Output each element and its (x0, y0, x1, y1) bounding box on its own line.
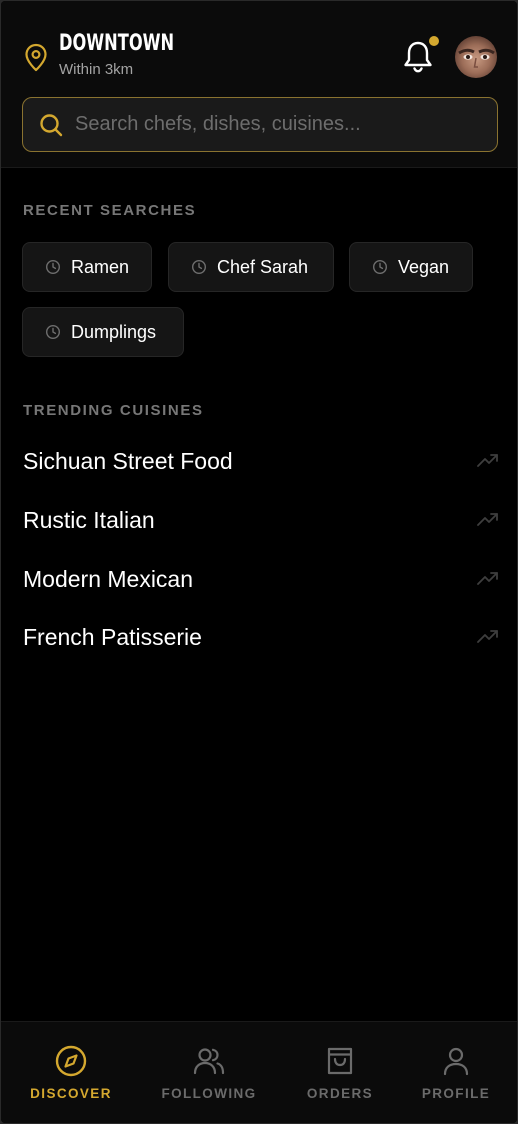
avatar-face-icon (458, 48, 495, 68)
search-input[interactable] (75, 98, 485, 150)
nav-label: ORDERS (306, 1086, 374, 1101)
compass-icon (55, 1045, 87, 1077)
recent-search-chip[interactable]: Dumplings (22, 307, 184, 357)
location-radius: Within 3km (59, 61, 134, 78)
search-bar[interactable] (22, 97, 498, 152)
users-icon (193, 1048, 225, 1075)
recent-search-chip[interactable]: Chef Sarah (168, 242, 334, 292)
nav-following[interactable]: FOLLOWING (144, 1022, 274, 1123)
trending-item[interactable]: French Patisserie (23, 617, 499, 657)
trending-item-label: French Patisserie (23, 623, 202, 650)
chip-label: Ramen (71, 256, 130, 277)
shopping-bag-icon (327, 1047, 353, 1075)
user-icon (443, 1047, 469, 1076)
trending-up-icon (477, 454, 498, 467)
notification-dot (429, 36, 439, 46)
trending-item-label: Modern Mexican (23, 565, 194, 592)
trending-item[interactable]: Sichuan Street Food (23, 441, 499, 481)
chip-label: Vegan (398, 256, 450, 277)
chip-label: Dumplings (71, 321, 157, 342)
map-pin-icon[interactable] (23, 43, 49, 73)
top-header: DOWNTOWN Within 3km (1, 1, 517, 168)
nav-discover[interactable]: DISCOVER (6, 1022, 136, 1123)
location-title[interactable]: DOWNTOWN (59, 31, 174, 56)
recent-search-chip[interactable]: Vegan (349, 242, 473, 292)
trending-item-label: Rustic Italian (23, 506, 155, 533)
trending-item[interactable]: Rustic Italian (23, 500, 499, 540)
nav-label: FOLLOWING (161, 1086, 257, 1101)
recent-searches-heading: RECENT SEARCHES (23, 202, 197, 219)
trending-item-label: Sichuan Street Food (23, 447, 233, 474)
recent-search-chip[interactable]: Ramen (22, 242, 152, 292)
trending-up-icon (477, 513, 498, 526)
clock-icon (191, 259, 207, 275)
nav-orders[interactable]: ORDERS (275, 1022, 405, 1123)
search-icon (40, 114, 63, 137)
nav-label: DISCOVER (30, 1086, 112, 1101)
trending-up-icon (477, 572, 498, 585)
clock-icon (372, 259, 388, 275)
trending-item[interactable]: Modern Mexican (23, 559, 499, 599)
trending-up-icon (477, 630, 498, 643)
trending-cuisines-heading: TRENDING CUISINES (23, 402, 204, 419)
clock-icon (45, 259, 61, 275)
chip-label: Chef Sarah (217, 256, 309, 277)
clock-icon (45, 324, 61, 340)
nav-label: PROFILE (421, 1086, 491, 1101)
app-screen: DOWNTOWN Within 3km Search chefs, dishes… (1, 1, 517, 1123)
nav-profile[interactable]: PROFILE (391, 1022, 517, 1123)
bottom-nav: DISCOVER FOLLOWING ORDERS PROFILE (1, 1021, 517, 1123)
avatar[interactable] (455, 36, 497, 78)
